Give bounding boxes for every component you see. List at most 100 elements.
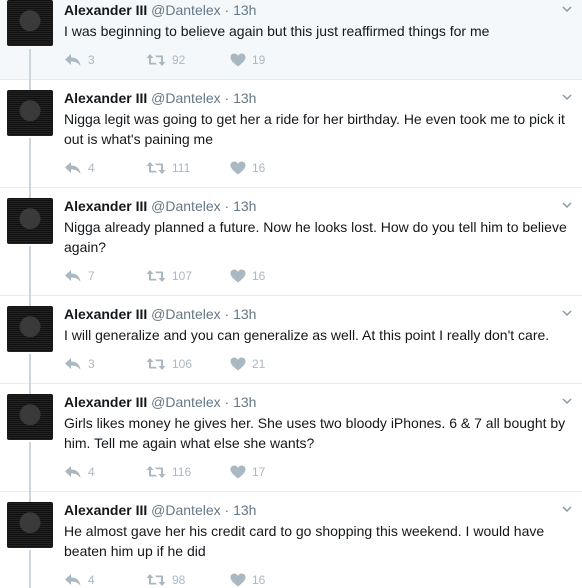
like-button[interactable]: 16	[230, 268, 265, 284]
tweet[interactable]: Alexander III @Dantelex · 13h Nigga alre…	[0, 188, 582, 296]
avatar[interactable]	[7, 502, 53, 548]
heart-icon	[230, 357, 246, 371]
retweet-icon	[146, 54, 166, 66]
avatar[interactable]	[7, 306, 53, 352]
thread-line	[29, 80, 31, 90]
reply-count: 4	[88, 465, 95, 479]
user-handle[interactable]: @Dantelex	[151, 90, 220, 106]
like-count: 19	[252, 53, 266, 67]
reply-button[interactable]: 7	[64, 268, 95, 284]
reply-count: 7	[88, 269, 95, 283]
display-name[interactable]: Alexander III	[64, 502, 147, 518]
retweet-count: 92	[172, 53, 186, 67]
retweet-button[interactable]: 111	[146, 160, 190, 176]
tweet-text: I was beginning to believe again but thi…	[64, 23, 490, 39]
display-name[interactable]: Alexander III	[64, 2, 147, 18]
chevron-down-icon[interactable]	[562, 504, 572, 514]
user-handle[interactable]: @Dantelex	[151, 306, 220, 322]
tweet[interactable]: Alexander III @Dantelex · 13h Nigga legi…	[0, 80, 582, 188]
retweet-icon	[146, 162, 166, 174]
timestamp[interactable]: 13h	[233, 394, 256, 410]
retweet-icon	[146, 358, 166, 370]
retweet-button[interactable]: 116	[146, 464, 191, 480]
retweet-icon	[146, 574, 166, 586]
retweet-button[interactable]: 98	[146, 572, 185, 588]
user-handle[interactable]: @Dantelex	[151, 502, 220, 518]
like-button[interactable]: 16	[230, 572, 265, 588]
retweet-count: 111	[172, 161, 191, 175]
timestamp[interactable]: 13h	[233, 306, 256, 322]
retweet-icon	[146, 466, 166, 478]
retweet-button[interactable]: 107	[146, 268, 192, 284]
separator: ·	[224, 90, 230, 106]
tweet-header: Alexander III @Dantelex · 13h	[64, 2, 256, 18]
timestamp[interactable]: 13h	[233, 502, 256, 518]
retweet-button[interactable]: 106	[146, 356, 192, 372]
tweet-header: Alexander III @Dantelex · 13h	[64, 198, 256, 214]
display-name[interactable]: Alexander III	[64, 306, 147, 322]
thread-line	[29, 354, 31, 384]
avatar[interactable]	[7, 0, 53, 46]
heart-icon	[230, 573, 246, 587]
tweet-header: Alexander III @Dantelex · 13h	[64, 90, 256, 106]
tweet-text: Girls likes money he gives her. She uses…	[64, 415, 566, 451]
separator: ·	[224, 2, 230, 18]
reply-icon	[65, 466, 81, 478]
reply-button[interactable]: 4	[64, 160, 95, 176]
like-button[interactable]: 19	[230, 52, 265, 68]
retweet-count: 116	[172, 465, 192, 479]
like-button[interactable]: 17	[230, 464, 265, 480]
tweet[interactable]: Alexander III @Dantelex · 13h I will gen…	[0, 296, 582, 384]
chevron-down-icon[interactable]	[562, 396, 572, 406]
heart-icon	[230, 465, 246, 479]
chevron-down-icon[interactable]	[562, 4, 572, 14]
reply-count: 4	[88, 573, 95, 587]
reply-button[interactable]: 4	[64, 572, 95, 588]
user-handle[interactable]: @Dantelex	[151, 2, 220, 18]
like-button[interactable]: 16	[230, 160, 265, 176]
thread-line	[29, 492, 31, 502]
chevron-down-icon[interactable]	[562, 200, 572, 210]
timestamp[interactable]: 13h	[233, 2, 256, 18]
separator: ·	[224, 394, 230, 410]
reply-button[interactable]: 3	[64, 356, 95, 372]
reply-icon	[65, 54, 81, 66]
reply-icon	[65, 162, 81, 174]
avatar[interactable]	[7, 90, 53, 136]
tweet-text: I will generalize and you can generalize…	[64, 327, 550, 343]
separator: ·	[224, 198, 230, 214]
display-name[interactable]: Alexander III	[64, 198, 147, 214]
like-count: 17	[252, 465, 266, 479]
retweet-count: 107	[172, 269, 193, 283]
avatar[interactable]	[7, 198, 53, 244]
retweet-button[interactable]: 92	[146, 52, 185, 68]
thread-line	[29, 296, 31, 306]
avatar[interactable]	[7, 394, 53, 440]
thread-line	[29, 49, 31, 80]
chevron-down-icon[interactable]	[562, 308, 572, 318]
chevron-down-icon[interactable]	[562, 92, 572, 102]
timestamp[interactable]: 13h	[233, 198, 256, 214]
separator: ·	[224, 306, 230, 322]
user-handle[interactable]: @Dantelex	[151, 198, 220, 214]
tweet-header: Alexander III @Dantelex · 13h	[64, 306, 256, 322]
user-handle[interactable]: @Dantelex	[151, 394, 220, 410]
heart-icon	[230, 53, 246, 67]
tweet-text: Nigga already planned a future. Now he l…	[64, 219, 567, 255]
tweet-text: He almost gave her his credit card to go…	[64, 523, 545, 559]
reply-button[interactable]: 3	[64, 52, 95, 68]
display-name[interactable]: Alexander III	[64, 90, 147, 106]
timestamp[interactable]: 13h	[233, 90, 256, 106]
tweet[interactable]: Alexander III @Dantelex · 13h He almost …	[0, 492, 582, 588]
retweet-count: 106	[172, 357, 193, 371]
like-button[interactable]: 21	[230, 356, 265, 372]
retweet-count: 98	[172, 573, 186, 587]
thread-line	[29, 442, 31, 492]
tweet[interactable]: Alexander III @Dantelex · 13h Girls like…	[0, 384, 582, 492]
reply-icon	[65, 270, 81, 282]
separator: ·	[224, 502, 230, 518]
reply-count: 3	[88, 357, 95, 371]
display-name[interactable]: Alexander III	[64, 394, 147, 410]
tweet[interactable]: Alexander III @Dantelex · 13h I was begi…	[0, 0, 582, 80]
reply-button[interactable]: 4	[64, 464, 95, 480]
